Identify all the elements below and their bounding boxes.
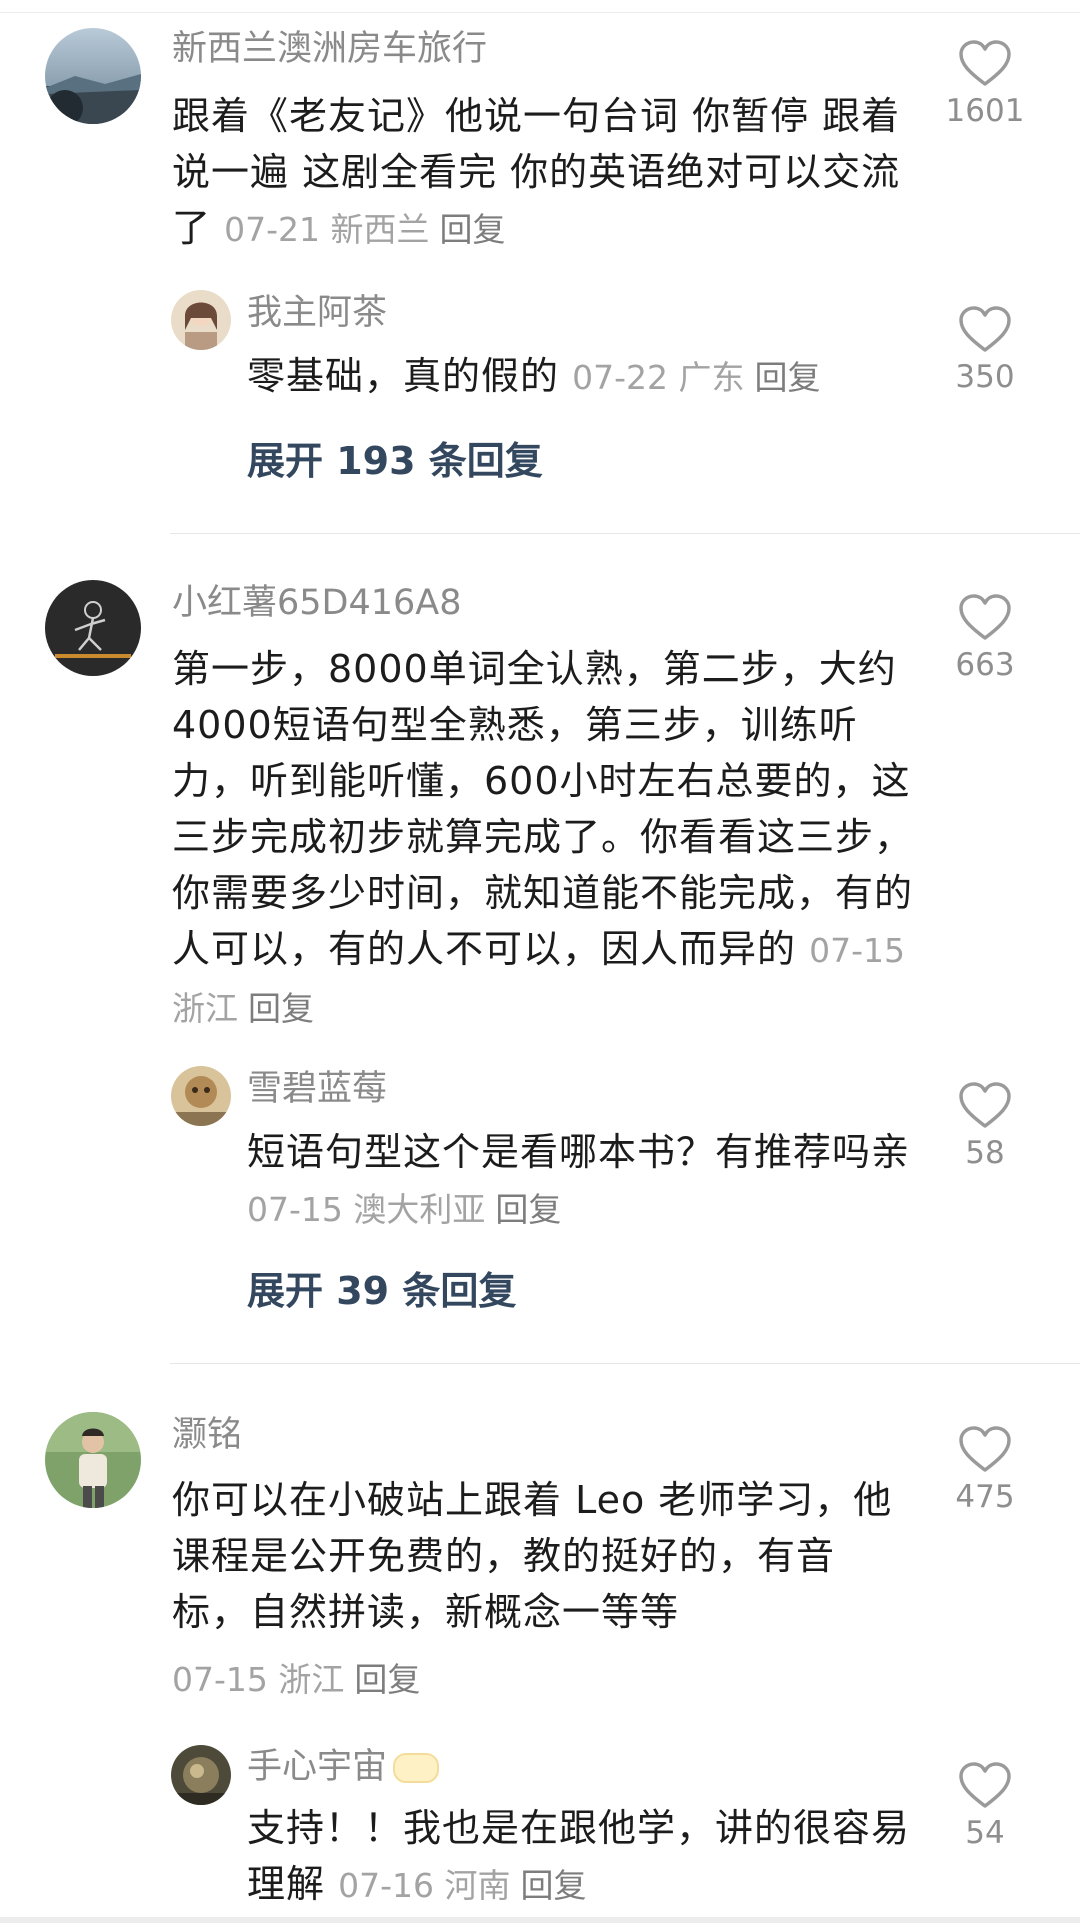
reply-date: 07-16 — [338, 1866, 434, 1905]
like-button[interactable]: 350 — [930, 304, 1040, 393]
comment-date: 07-15 — [172, 1660, 268, 1699]
reply-button[interactable]: 回复 — [440, 210, 506, 249]
comment-meta: 07-15 浙江 回复 — [172, 1660, 420, 1699]
expand-replies-button[interactable]: 展开 193 条回复 — [247, 442, 543, 480]
like-button[interactable]: 1601 — [930, 38, 1040, 127]
comment-date: 07-21 — [224, 210, 320, 249]
reply-button[interactable]: 回复 — [495, 1190, 561, 1229]
reply-date: 07-22 — [572, 358, 668, 397]
moon-icon — [393, 1753, 440, 1783]
like-count: 54 — [965, 1815, 1005, 1851]
comment-body: 第一步，8000单词全认熟，第二步，大约4000短语句型全熟悉，第三步，训练听力… — [172, 647, 914, 971]
comment-username[interactable]: 灏铭 — [172, 1418, 242, 1453]
like-button[interactable]: 58 — [930, 1080, 1040, 1169]
reply-username[interactable]: 雪碧蓝莓 — [247, 1072, 387, 1107]
avatar[interactable] — [171, 290, 231, 350]
reply-location: 广东 — [678, 358, 745, 397]
like-count: 663 — [955, 647, 1015, 683]
avatar[interactable] — [45, 580, 141, 676]
avatar[interactable] — [45, 1412, 141, 1508]
heart-icon — [959, 306, 1011, 352]
reply-text: 支持！！我也是在跟他学，讲的很容易理解 07-16 河南 回复 — [247, 1800, 917, 1914]
comment-meta: 07-21 新西兰 回复 — [224, 210, 505, 249]
reply-body: 零基础，真的假的 — [247, 354, 560, 398]
heart-icon — [959, 594, 1011, 640]
comment-body: 你可以在小破站上跟着 Leo 老师学习，他课程是公开免费的，教的挺好的，有音标，… — [172, 1478, 893, 1634]
like-button[interactable]: 663 — [930, 592, 1040, 681]
heart-icon — [959, 1426, 1011, 1472]
reply-meta: 07-22 广东 回复 — [572, 358, 820, 397]
heart-icon — [959, 1082, 1011, 1128]
like-button[interactable]: 54 — [930, 1760, 1040, 1849]
expand-replies-button[interactable]: 展开 39 条回复 — [247, 1272, 516, 1310]
comment-location: 浙江 — [172, 989, 238, 1028]
reply-location: 澳大利亚 — [353, 1190, 486, 1229]
comment-username[interactable]: 新西兰澳洲房车旅行 — [172, 32, 487, 67]
like-count: 1601 — [945, 93, 1025, 129]
reply-text: 零基础，真的假的 07-22 广东 回复 — [247, 348, 907, 406]
comment-text: 你可以在小破站上跟着 Leo 老师学习，他课程是公开免费的，教的挺好的，有音标，… — [172, 1472, 902, 1640]
comment-location: 浙江 — [278, 1660, 345, 1699]
reply-button[interactable]: 回复 — [521, 1866, 587, 1905]
comment-date: 07-15 — [809, 931, 905, 970]
thread-divider — [170, 533, 1080, 534]
avatar[interactable] — [171, 1066, 231, 1126]
reply-username[interactable]: 手心宇宙 — [247, 1747, 440, 1787]
reply-body: 短语句型这个是看哪本书？有推荐吗亲 — [247, 1130, 911, 1174]
avatar[interactable] — [45, 28, 141, 124]
comment-meta-line: 07-15 浙江 回复 — [172, 1650, 902, 1708]
comment-location: 新西兰 — [330, 210, 430, 249]
like-count: 350 — [955, 359, 1015, 395]
reply-button[interactable]: 回复 — [354, 1660, 420, 1699]
thread-divider — [170, 1363, 1080, 1364]
reply-text: 短语句型这个是看哪本书？有推荐吗亲 07-15 澳大利亚 回复 — [247, 1124, 917, 1238]
reply-date: 07-15 — [247, 1190, 343, 1229]
comment-username[interactable]: 小红薯65D416A8 — [172, 586, 462, 621]
reply-meta: 07-15 澳大利亚 回复 — [247, 1190, 561, 1229]
reply-username[interactable]: 我主阿茶 — [247, 296, 387, 331]
heart-icon — [959, 40, 1011, 86]
reply-meta: 07-16 河南 回复 — [338, 1866, 586, 1905]
like-button[interactable]: 475 — [930, 1424, 1040, 1513]
reply-button[interactable]: 回复 — [248, 989, 314, 1028]
reply-location: 河南 — [444, 1866, 511, 1905]
bottom-divider — [0, 1917, 1080, 1923]
reply-button[interactable]: 回复 — [755, 358, 821, 397]
like-count: 58 — [965, 1135, 1005, 1171]
comment-text: 跟着《老友记》他说一句台词 你暂停 跟着说一遍 这剧全看完 你的英语绝对可以交流… — [172, 88, 917, 258]
comment-text: 第一步，8000单词全认熟，第二步，大约4000短语句型全熟悉，第三步，训练听力… — [172, 641, 917, 1037]
top-divider — [0, 0, 1080, 13]
avatar[interactable] — [171, 1745, 231, 1805]
heart-icon — [959, 1762, 1011, 1808]
reply-username-text: 手心宇宙 — [247, 1747, 388, 1787]
like-count: 475 — [955, 1479, 1015, 1515]
